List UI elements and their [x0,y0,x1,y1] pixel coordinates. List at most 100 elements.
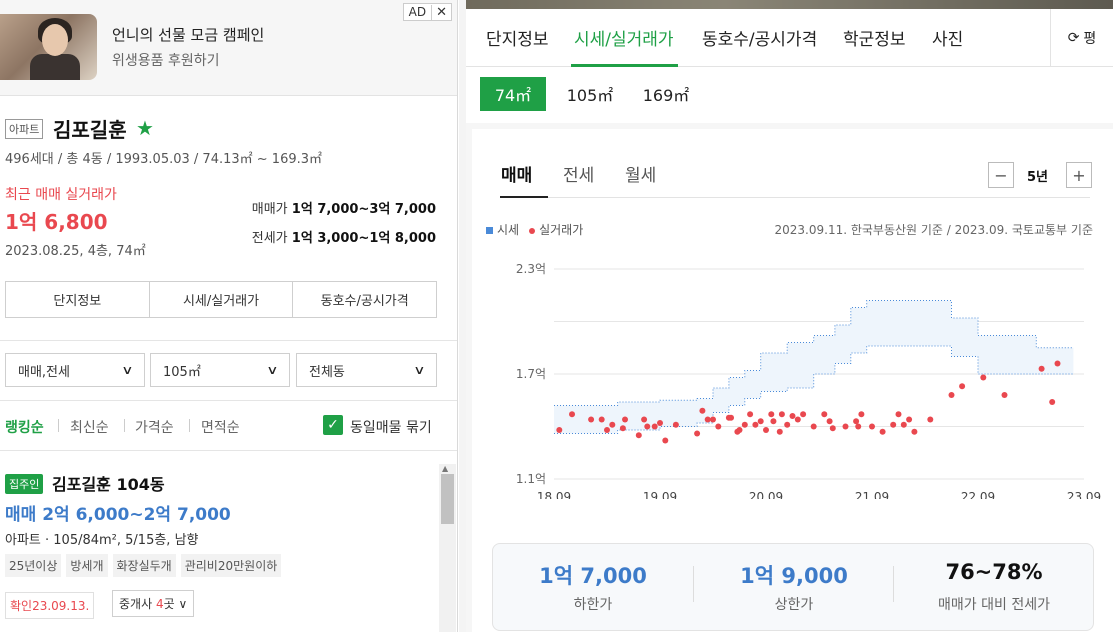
confirm-date-tag: 확인23.09.13. [5,592,95,619]
sort-ranking[interactable]: 랭킹순 [5,417,44,437]
jeonse-price-range: 전세가 1억 3,000~1억 8,000 [252,227,436,246]
data-source-note: 2023.09.11. 한국부동산원 기준 / 2023.09. 국토교통부 기… [774,223,1094,237]
actual-trade-point [826,418,833,425]
group-listings-label[interactable]: 동일매물 묶기 [350,417,432,437]
sale-range-label: 매매가 [251,202,288,217]
scroll-up-arrow-icon[interactable]: ▲ [442,464,448,473]
ad-thumbnail-image[interactable] [0,14,97,80]
ad-title[interactable]: 언니의 선물 모금 캠페인 [112,24,264,45]
complex-info: 496세대 / 총 4동 / 1993.05.03 / 74.13㎡ ~ 169… [5,152,323,167]
ad-badge: AD ✕ [402,3,452,21]
y-tick-label: 1.1억 [516,472,546,486]
actual-trade-point [604,427,610,433]
actual-trade-point [829,425,836,432]
chart-tab-jeonse[interactable]: 전세 [563,161,594,186]
agent-count: 4 [155,597,164,611]
actual-trade-point [776,428,783,435]
sort-divider [58,419,59,432]
period-increase-button[interactable]: + [1066,162,1092,188]
sale-range-value: 1억 7,000~3억 7,000 [291,202,436,217]
sort-area[interactable]: 면적순 [201,417,240,437]
actual-trade-point [890,421,897,428]
area-tab-169[interactable]: 169㎡ [634,77,698,111]
sort-latest[interactable]: 최신순 [70,417,109,437]
actual-trade-point [980,374,987,381]
market-price-button[interactable]: 시세/실거래가 [150,282,294,317]
listing-title[interactable]: 김포길훈 104동 [52,471,165,495]
owner-tag: 집주인 [5,474,44,494]
actual-trade-point [763,427,769,433]
trade-type-select[interactable]: 매매,전세 ∨ [5,353,145,387]
actual-trade-point [768,411,775,418]
sort-price[interactable]: 가격순 [135,417,174,437]
listing-tag: 25년이상 [5,554,62,577]
unit-price-button[interactable]: 동호수/공시가격 [293,282,436,317]
complex-info-button[interactable]: 단지정보 [6,282,150,317]
area-tab-74[interactable]: 74㎡ [480,77,546,111]
dong-value: 전체동 [309,364,345,380]
agents-dropdown-button[interactable]: 중개사 4곳 ∨ [112,590,195,617]
actual-trade-point [853,418,860,425]
pyeong-label: 평 [1083,31,1097,47]
period-decrease-button[interactable]: − [988,162,1014,188]
tab-complex-info[interactable]: 단지정보 [486,25,549,50]
property-type-tag: 아파트 [5,119,44,139]
listing-tag: 화장실두개 [112,554,176,577]
actual-trade-point [778,411,785,418]
scrollbar-thumb[interactable] [441,474,454,524]
tab-market-price[interactable]: 시세/실거래가 [574,25,674,50]
price-stats-box: 1억 7,000 하한가 1억 9,000 상한가 76~78% 매매가 대비 … [492,543,1094,631]
chart-legend: 시세 실거래가 [486,221,583,238]
actual-trade-point [1038,365,1045,372]
actual-trade-point [736,427,743,433]
actual-trade-point [662,437,669,444]
chart-tab-monthly[interactable]: 월세 [625,161,656,186]
pyeong-toggle-button[interactable]: ⟳ 평 [1050,9,1113,67]
actual-trade-point [657,420,663,426]
stat-upper: 1억 9,000 상한가 [694,544,894,630]
x-tick-label: 20.09 [749,490,783,499]
actual-trade-point [784,421,791,428]
stat-upper-value: 1억 9,000 [740,564,848,588]
actual-trade-point [858,411,865,418]
sort-bar: 랭킹순 최신순 가격순 면적순 ✓ 동일매물 묶기 [0,401,457,451]
listing-item[interactable]: 집주인 김포길훈 104동 매매 2억 6,000~2억 7,000 아파트 ·… [0,452,457,632]
stat-lower-value: 1억 7,000 [539,564,647,588]
legend-market-label: 시세 [497,223,520,237]
tab-unit-price[interactable]: 동호수/공시가격 [702,25,817,50]
actual-trade-point [1049,399,1056,405]
chevron-down-icon: ∨ [413,363,426,377]
actual-trade-point [741,421,748,428]
sale-price-range: 매매가 1억 7,000~3억 7,000 [252,198,436,217]
actual-trade-point [715,423,722,430]
area-select[interactable]: 105㎡ ∨ [150,353,290,387]
star-icon[interactable]: ★ [136,116,154,140]
actual-trade-point [855,423,862,430]
ad-close-icon[interactable]: ✕ [431,4,451,20]
actual-trade-point [794,416,801,423]
actual-trade-point [672,421,679,428]
actual-trade-point [810,423,817,430]
chart-tab-sale[interactable]: 매매 [501,161,532,186]
legend-actual: 실거래가 [529,221,583,238]
actual-trade-point [1054,360,1061,367]
actual-trade-point [569,411,576,418]
ad-banner[interactable]: 언니의 선물 모금 캠페인 위생용품 후원하기 AD ✕ [0,0,457,96]
recent-trade-date: 2023.08.25, 4층, 74㎡ [5,244,146,259]
tab-photos[interactable]: 사진 [932,25,963,50]
agent-label: 중개사 [119,597,156,611]
right-panel: 단지정보 시세/실거래가 동호수/공시가격 학군정보 사진 ⟳ 평 74㎡ 10… [466,0,1113,632]
actual-trade-point [1001,392,1008,398]
actual-trade-point [911,428,918,435]
market-price-band [554,300,1074,434]
listing-tag: 관리비20만원이하 [180,554,282,577]
stat-ratio: 76~78% 매매가 대비 전세가 [894,544,1094,630]
jeonse-range-label: 전세가 [251,231,288,246]
area-tab-105[interactable]: 105㎡ [558,77,622,111]
dong-select[interactable]: 전체동 ∨ [296,353,437,387]
actual-trade-point [598,416,605,423]
ad-subtitle[interactable]: 위생용품 후원하기 [112,50,220,70]
x-tick-label: 19.09 [643,490,677,499]
tab-school[interactable]: 학군정보 [843,25,906,50]
group-listings-checkbox[interactable]: ✓ [323,415,343,435]
